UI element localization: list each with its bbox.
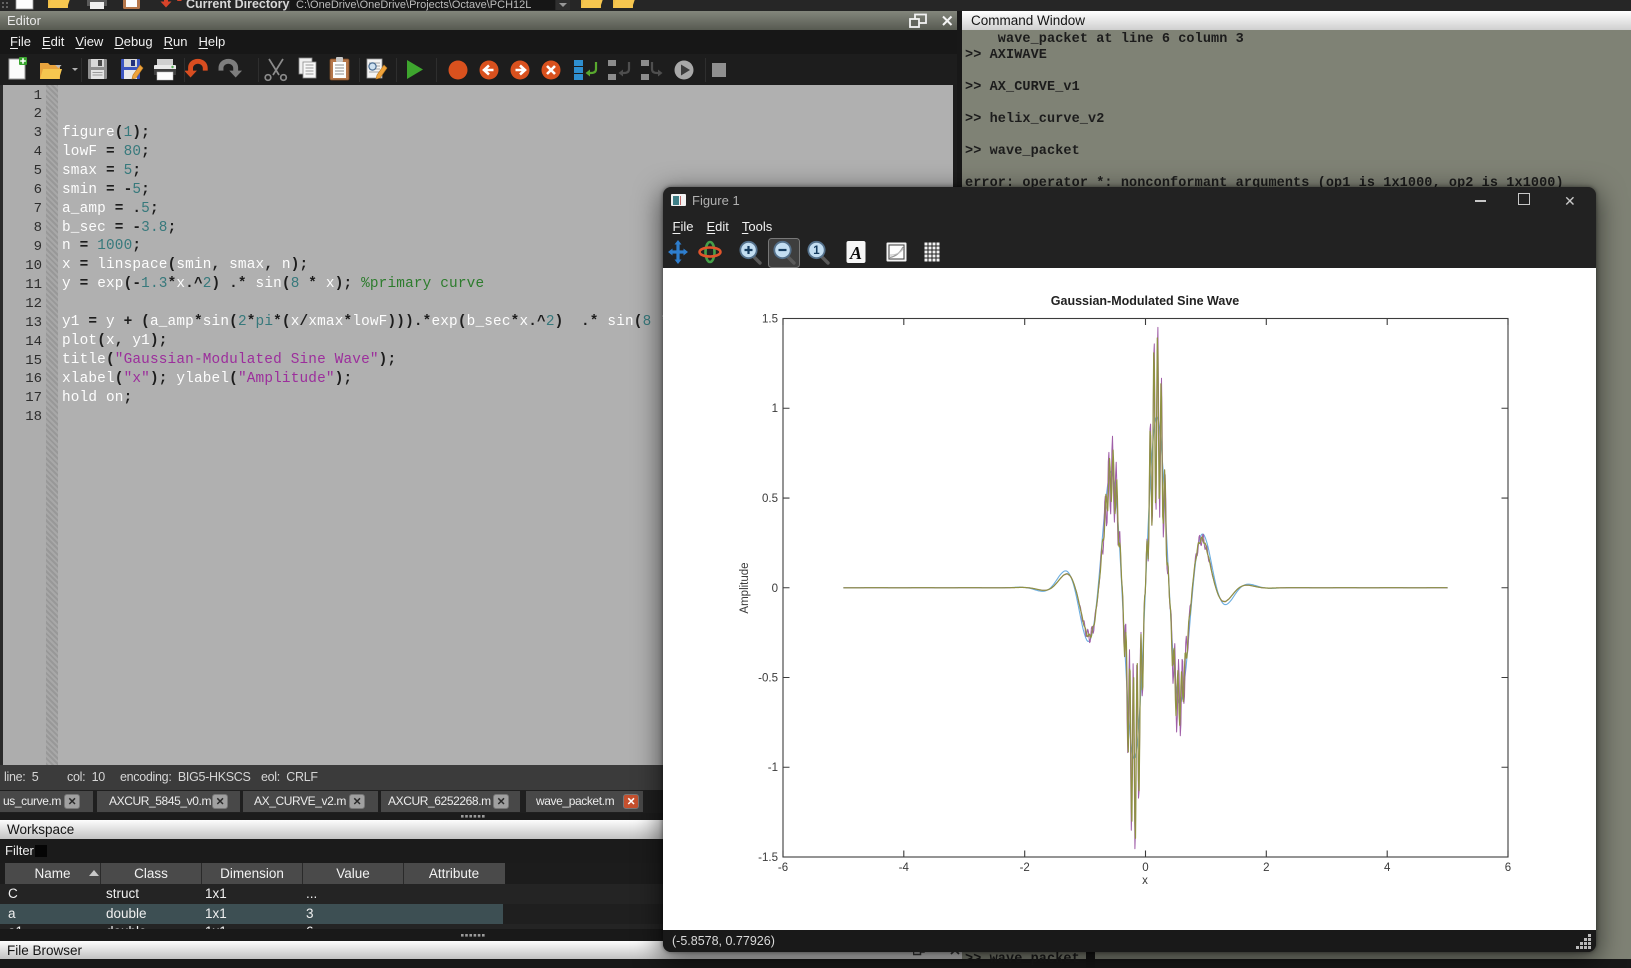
svg-text:-2: -2: [1020, 862, 1030, 874]
svg-text:-0.5: -0.5: [758, 673, 778, 685]
svg-text:1: 1: [813, 245, 820, 257]
svg-text:2: 2: [1263, 862, 1269, 874]
svg-text:1.5: 1.5: [762, 314, 778, 326]
svg-text:-1.5: -1.5: [758, 852, 778, 864]
svg-text:-6: -6: [778, 862, 788, 874]
svg-text:0: 0: [1142, 862, 1148, 874]
svg-text:Gaussian-Modulated Sine Wave: Gaussian-Modulated Sine Wave: [1051, 294, 1240, 308]
svg-text:-1: -1: [768, 762, 778, 774]
svg-text:x: x: [1142, 875, 1148, 887]
svg-text:C:\OneDrive\OneDrive\Projects\: C:\OneDrive\OneDrive\Projects\Octave\PCH…: [296, 0, 531, 11]
svg-text:1: 1: [772, 403, 778, 415]
svg-text:4: 4: [1384, 862, 1391, 874]
svg-text:Amplitude: Amplitude: [739, 562, 751, 613]
svg-text:Current Directory:: Current Directory:: [186, 0, 294, 11]
svg-text:6: 6: [1505, 862, 1511, 874]
svg-text:0: 0: [772, 583, 778, 595]
svg-text:0.5: 0.5: [762, 493, 778, 505]
svg-text:-4: -4: [899, 862, 910, 874]
svg-text:A: A: [849, 243, 862, 263]
